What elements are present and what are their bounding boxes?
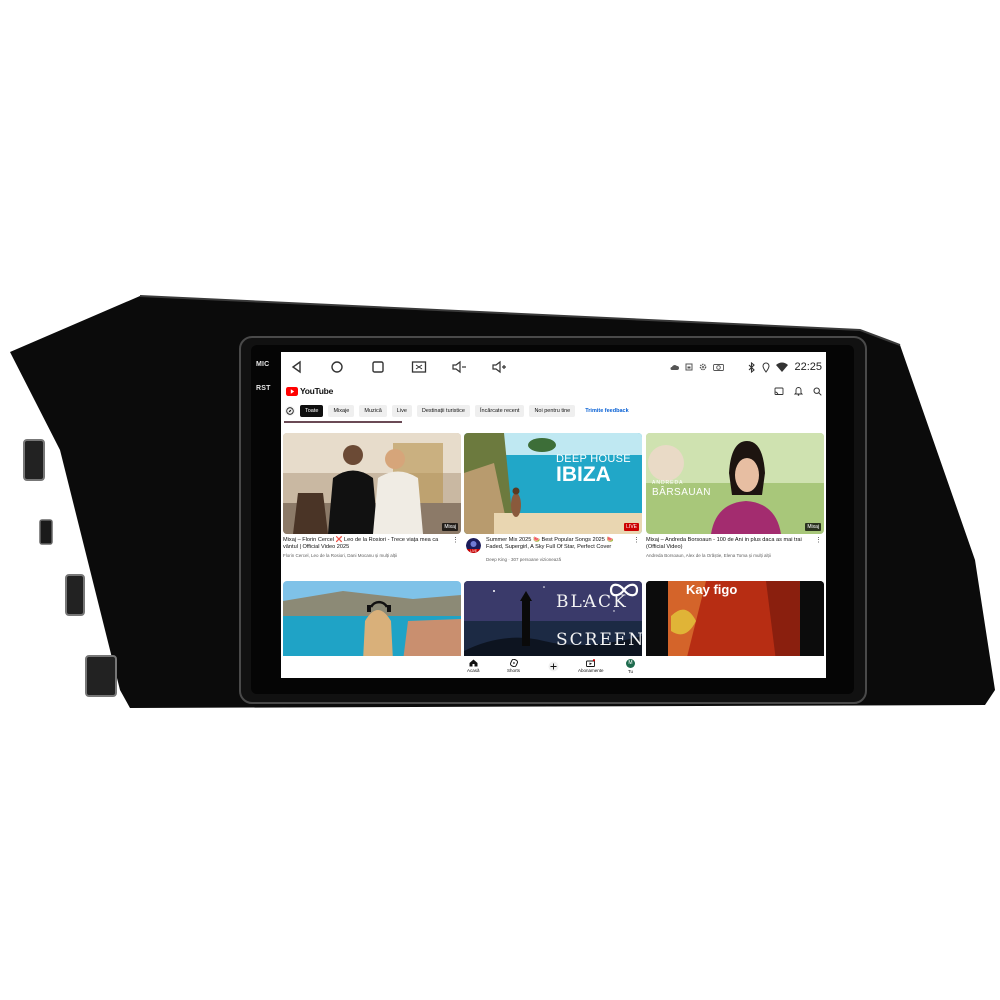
more-options-icon[interactable]: ⋮ bbox=[452, 537, 459, 544]
home-circle-icon bbox=[331, 361, 343, 373]
thumbnail-text-line2: IBIZA bbox=[556, 463, 611, 486]
thumbnail-text-line1: Kay figo bbox=[686, 582, 738, 597]
video-thumbnail[interactable]: DEEP HOUSE IBIZA LIVE bbox=[464, 433, 642, 534]
nav-home[interactable]: Acasă bbox=[467, 659, 480, 673]
volume-up-icon bbox=[492, 360, 506, 374]
filter-chips: Toate Mixaje Muzică Live Destinații turi… bbox=[285, 405, 634, 417]
thumbnail-art bbox=[283, 581, 461, 661]
search-icon[interactable] bbox=[813, 387, 822, 396]
live-badge: LIVE bbox=[624, 523, 639, 531]
video-title[interactable]: Mixaj – Florin Cercel ❌ Leo de la Rosior… bbox=[283, 537, 448, 551]
video-meta: Andreda Borsoaun, Alex de la Orăștie, El… bbox=[646, 553, 771, 558]
shorts-icon bbox=[509, 659, 518, 667]
video-title[interactable]: Mixaj – Andreda Borsoaun - 100 de Ani in… bbox=[646, 537, 811, 551]
back-button[interactable] bbox=[288, 358, 306, 376]
youtube-logo[interactable]: YouTube bbox=[286, 386, 333, 396]
create-plus-icon bbox=[548, 661, 559, 672]
nav-shorts[interactable]: Shorts bbox=[507, 659, 520, 673]
video-meta: Florin Cercel, Leo de la Rosiori, Dani M… bbox=[283, 553, 398, 558]
thumbnail-text-line2: BÂRSAUAN bbox=[652, 487, 712, 498]
recents-square-icon bbox=[372, 361, 384, 373]
mix-badge: Mixaj bbox=[805, 523, 821, 531]
send-feedback-link[interactable]: Trimite feedback bbox=[580, 405, 633, 417]
bluetooth-icon bbox=[749, 361, 756, 373]
video-thumbnail[interactable]: Mixaj bbox=[283, 433, 461, 534]
thumbnail-art bbox=[464, 433, 642, 534]
cast-icon[interactable] bbox=[774, 387, 784, 396]
volume-up-button[interactable] bbox=[490, 358, 508, 376]
camera-icon bbox=[713, 364, 725, 371]
thumbnail-art bbox=[283, 433, 461, 534]
channel-avatar[interactable]: LIVE bbox=[466, 538, 481, 553]
avatar-live-tag: LIVE bbox=[466, 549, 481, 553]
thumbnail-text-line1: ANDREDA bbox=[652, 480, 684, 486]
notifications-bell-icon[interactable] bbox=[794, 386, 803, 396]
android-screen: 22:25 YouTube Toate Mixaje Muzică Live D… bbox=[281, 352, 826, 678]
video-thumbnail[interactable]: ANDREDA BÂRSAUAN Mixaj bbox=[646, 433, 824, 534]
mic-label: MIC bbox=[256, 361, 270, 368]
back-icon bbox=[291, 360, 301, 374]
nav-create[interactable] bbox=[548, 661, 559, 673]
nav-shorts-label: Shorts bbox=[507, 668, 521, 673]
more-options-icon[interactable]: ⋮ bbox=[815, 537, 822, 544]
nav-subscriptions[interactable]: Abonamente bbox=[578, 659, 604, 673]
location-pin-icon bbox=[762, 362, 770, 373]
more-options-icon[interactable]: ⋮ bbox=[633, 537, 640, 544]
account-avatar: M bbox=[626, 659, 635, 668]
volume-down-button[interactable] bbox=[450, 358, 468, 376]
youtube-play-icon bbox=[286, 386, 298, 396]
system-bar: 22:25 bbox=[281, 352, 826, 382]
video-thumbnail[interactable]: BLACK SCREEN bbox=[464, 581, 642, 661]
thumbnail-text-line2: SCREEN bbox=[556, 630, 642, 650]
video-thumbnail[interactable]: Kay figo bbox=[646, 581, 824, 661]
previous-row-edge bbox=[284, 421, 402, 423]
chip-toate[interactable]: Toate bbox=[300, 405, 324, 417]
youtube-wordmark: YouTube bbox=[300, 386, 333, 396]
nav-you[interactable]: M Tu bbox=[626, 659, 635, 674]
chip-muzica[interactable]: Muzică bbox=[359, 405, 387, 417]
compass-icon bbox=[286, 407, 294, 415]
chip-explore[interactable] bbox=[285, 406, 295, 416]
status-clock: 22:25 bbox=[794, 361, 822, 373]
rst-button[interactable]: RST bbox=[256, 385, 271, 392]
screenshot-button[interactable] bbox=[410, 358, 428, 376]
video-title[interactable]: Summer Mix 2025 🍉 Best Popular Songs 202… bbox=[486, 537, 631, 551]
chip-noi-pentru-tine[interactable]: Noi pentru tine bbox=[529, 405, 576, 417]
nav-you-label: Tu bbox=[627, 669, 634, 674]
bottom-navigation: Acasă Shorts Abonamente M Tu bbox=[281, 656, 826, 678]
chip-live[interactable]: Live bbox=[391, 405, 412, 417]
cloud-icon bbox=[670, 365, 680, 370]
status-icons: 22:25 bbox=[670, 359, 822, 375]
youtube-header: YouTube bbox=[281, 384, 826, 400]
wifi-icon bbox=[776, 362, 789, 372]
video-meta: Deep King · 307 persoane vizionează bbox=[486, 557, 562, 562]
home-button[interactable] bbox=[328, 358, 346, 376]
screenshot-icon bbox=[411, 361, 427, 373]
chip-incarcate-recent[interactable]: Încărcate recent bbox=[475, 405, 525, 417]
mix-badge: Mixaj bbox=[442, 523, 458, 531]
chip-destinatii-turistice[interactable]: Destinații turistice bbox=[416, 405, 470, 417]
subscriptions-icon bbox=[586, 659, 596, 667]
video-thumbnail[interactable] bbox=[283, 581, 461, 661]
infinity-icon bbox=[609, 583, 639, 597]
home-icon bbox=[469, 659, 478, 667]
nav-home-label: Acasă bbox=[467, 668, 480, 673]
settings-gear-icon bbox=[700, 363, 707, 371]
sim-card-icon bbox=[685, 363, 693, 371]
volume-down-icon bbox=[452, 360, 466, 374]
nav-subscriptions-label: Abonamente bbox=[578, 668, 604, 673]
chip-mixaje[interactable]: Mixaje bbox=[328, 405, 355, 417]
recents-button[interactable] bbox=[369, 358, 387, 376]
